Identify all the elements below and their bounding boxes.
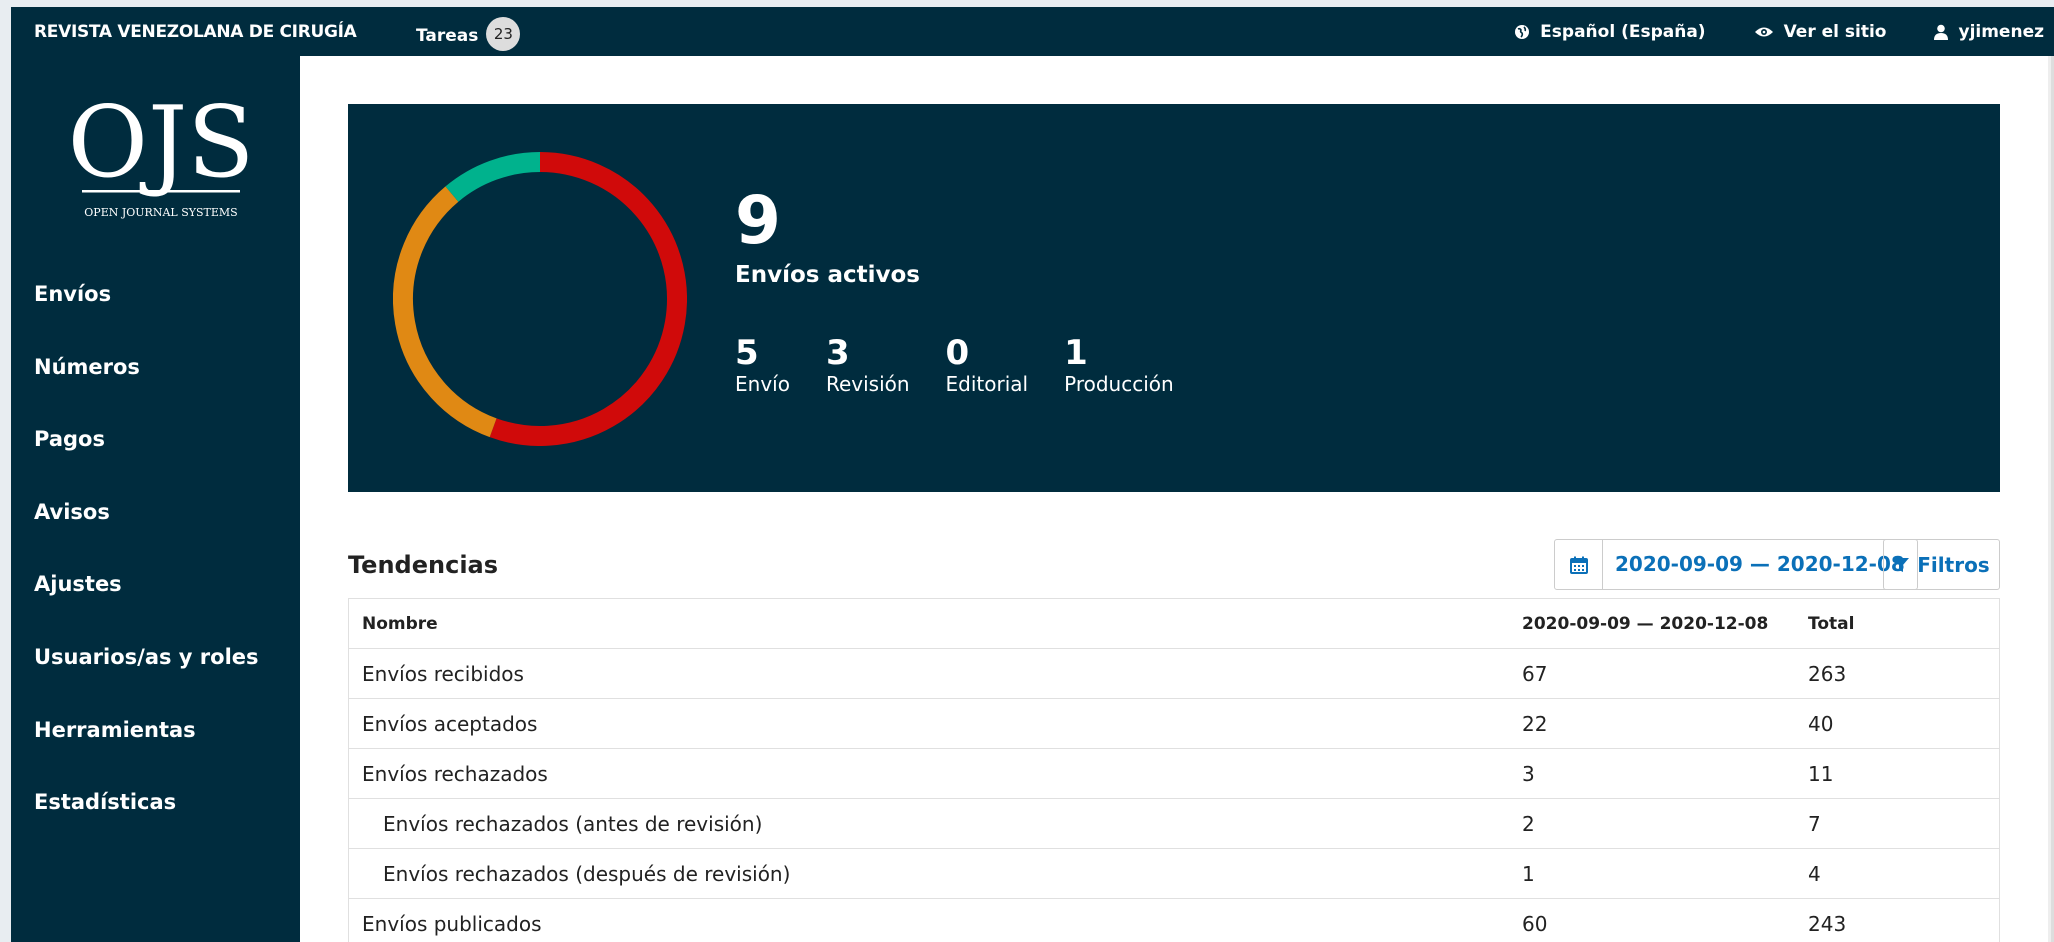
stage-label: Envío bbox=[735, 372, 790, 396]
tasks-button[interactable]: Tareas 23 bbox=[416, 17, 521, 51]
row-range-value: 1 bbox=[1522, 861, 1535, 886]
scrollbar[interactable] bbox=[2048, 56, 2051, 942]
column-header-total: Total bbox=[1808, 613, 1855, 634]
row-range-value: 60 bbox=[1522, 911, 1548, 936]
language-menu[interactable]: Español (España) bbox=[1514, 22, 1706, 42]
date-range-button[interactable]: 2020-09-09 — 2020-12-08 bbox=[1554, 539, 1918, 590]
stage-label: Editorial bbox=[945, 372, 1029, 396]
column-header-name: Nombre bbox=[362, 613, 438, 634]
tasks-label: Tareas bbox=[416, 26, 479, 46]
row-range-value: 3 bbox=[1522, 761, 1535, 786]
date-range-label: 2020-09-09 — 2020-12-08 bbox=[1615, 552, 1905, 576]
active-submissions-summary: 9 Envíos activos 5 Envío 3 Revisión 0 Ed… bbox=[348, 104, 2000, 492]
table-row: Envíos aceptados 22 40 bbox=[349, 699, 1999, 749]
filter-icon bbox=[1893, 557, 1910, 572]
row-name: Envíos publicados bbox=[362, 911, 542, 936]
sidebar-item-numeros[interactable]: Números bbox=[34, 355, 259, 428]
trends-title: Tendencias bbox=[348, 551, 499, 579]
row-name: Envíos recibidos bbox=[362, 661, 524, 686]
globe-icon bbox=[1515, 25, 1530, 39]
site-name-link[interactable]: REVISTA VENEZOLANA DE CIRUGÍA bbox=[34, 22, 357, 42]
stage-revision: 3 Revisión bbox=[826, 336, 910, 396]
donut-segment-revisión bbox=[393, 186, 497, 438]
eye-icon bbox=[1754, 27, 1773, 37]
row-total-value: 4 bbox=[1808, 861, 1821, 886]
stage-count: 5 bbox=[735, 333, 759, 373]
row-name: Envíos rechazados (después de revisión) bbox=[383, 861, 791, 886]
row-total-value: 40 bbox=[1808, 711, 1834, 736]
logo-subtitle: OPEN JOURNAL SYSTEMS bbox=[84, 206, 237, 219]
sidebar-item-estadisticas[interactable]: Estadísticas bbox=[34, 790, 259, 863]
column-header-range: 2020-09-09 — 2020-12-08 bbox=[1522, 613, 1769, 634]
sidebar-item-herramientas[interactable]: Herramientas bbox=[34, 718, 259, 791]
row-name: Envíos rechazados (antes de revisión) bbox=[383, 811, 763, 836]
table-row: Envíos rechazados 3 11 bbox=[349, 749, 1999, 799]
sidebar-item-usuarios[interactable]: Usuarios/as y roles bbox=[34, 645, 259, 718]
sidebar-nav: Envíos Números Pagos Avisos Ajustes Usua… bbox=[34, 282, 259, 863]
main-content: 9 Envíos activos 5 Envío 3 Revisión 0 Ed… bbox=[300, 56, 2051, 942]
active-label: Envíos activos bbox=[735, 262, 920, 288]
table-header-row: Nombre 2020-09-09 — 2020-12-08 Total bbox=[349, 599, 1999, 649]
filters-label: Filtros bbox=[1917, 552, 1990, 577]
tasks-count-badge: 23 bbox=[486, 17, 521, 51]
row-total-value: 263 bbox=[1808, 661, 1847, 686]
view-site-label: Ver el sitio bbox=[1783, 22, 1887, 42]
stage-count: 3 bbox=[825, 333, 850, 373]
row-range-value: 2 bbox=[1522, 811, 1535, 836]
stage-label: Revisión bbox=[825, 372, 910, 396]
sidebar-item-pagos[interactable]: Pagos bbox=[34, 427, 259, 500]
stage-counts: 5 Envío 3 Revisión 0 Editorial 1 Producc… bbox=[735, 336, 1174, 396]
stages-donut-chart bbox=[393, 152, 687, 446]
user-icon bbox=[1934, 24, 1949, 40]
donut-segment-envío bbox=[489, 152, 687, 446]
row-total-value: 243 bbox=[1808, 911, 1847, 936]
sidebar: OJS OPEN JOURNAL SYSTEMS Envíos Números … bbox=[11, 56, 300, 942]
stage-editorial: 0 Editorial bbox=[946, 336, 1029, 396]
filters-button[interactable]: Filtros bbox=[1883, 539, 2000, 590]
table-row: Envíos publicados 60 243 bbox=[349, 899, 1999, 942]
view-site-link[interactable]: Ver el sitio bbox=[1754, 22, 1887, 42]
username-label: yjimenez bbox=[1958, 22, 2044, 42]
table-row: Envíos rechazados (después de revisión) … bbox=[349, 849, 1999, 899]
stage-count: 1 bbox=[1064, 333, 1088, 373]
stage-produccion: 1 Producción bbox=[1064, 336, 1174, 396]
table-row: Envíos recibidos 67 263 bbox=[349, 649, 1999, 699]
active-count: 9 bbox=[735, 182, 781, 259]
stage-count: 0 bbox=[945, 333, 970, 373]
table-row: Envíos rechazados (antes de revisión) 2 … bbox=[349, 799, 1999, 849]
stage-envio: 5 Envío bbox=[735, 336, 790, 396]
trends-table: Nombre 2020-09-09 — 2020-12-08 Total Env… bbox=[348, 598, 2000, 942]
top-bar: REVISTA VENEZOLANA DE CIRUGÍA Tareas 23 … bbox=[11, 7, 2054, 56]
sidebar-item-ajustes[interactable]: Ajustes bbox=[34, 572, 259, 645]
user-menu[interactable]: yjimenez bbox=[1934, 22, 2044, 42]
row-total-value: 7 bbox=[1808, 811, 1821, 836]
row-total-value: 11 bbox=[1808, 761, 1834, 786]
row-range-value: 22 bbox=[1522, 711, 1548, 736]
row-name: Envíos rechazados bbox=[362, 761, 548, 786]
row-name: Envíos aceptados bbox=[362, 711, 538, 736]
calendar-icon bbox=[1555, 540, 1603, 589]
user-nav: Español (España) Ver el sitio yjimenez bbox=[1514, 22, 2044, 42]
language-label: Español (España) bbox=[1540, 22, 1706, 42]
sidebar-item-envios[interactable]: Envíos bbox=[34, 282, 259, 355]
sidebar-item-avisos[interactable]: Avisos bbox=[34, 500, 259, 573]
logo-title: OJS bbox=[68, 86, 255, 200]
stage-label: Producción bbox=[1064, 372, 1174, 396]
donut-segment-producción bbox=[445, 152, 541, 202]
row-range-value: 67 bbox=[1522, 661, 1548, 686]
ojs-logo[interactable]: OJS OPEN JOURNAL SYSTEMS bbox=[66, 80, 256, 230]
